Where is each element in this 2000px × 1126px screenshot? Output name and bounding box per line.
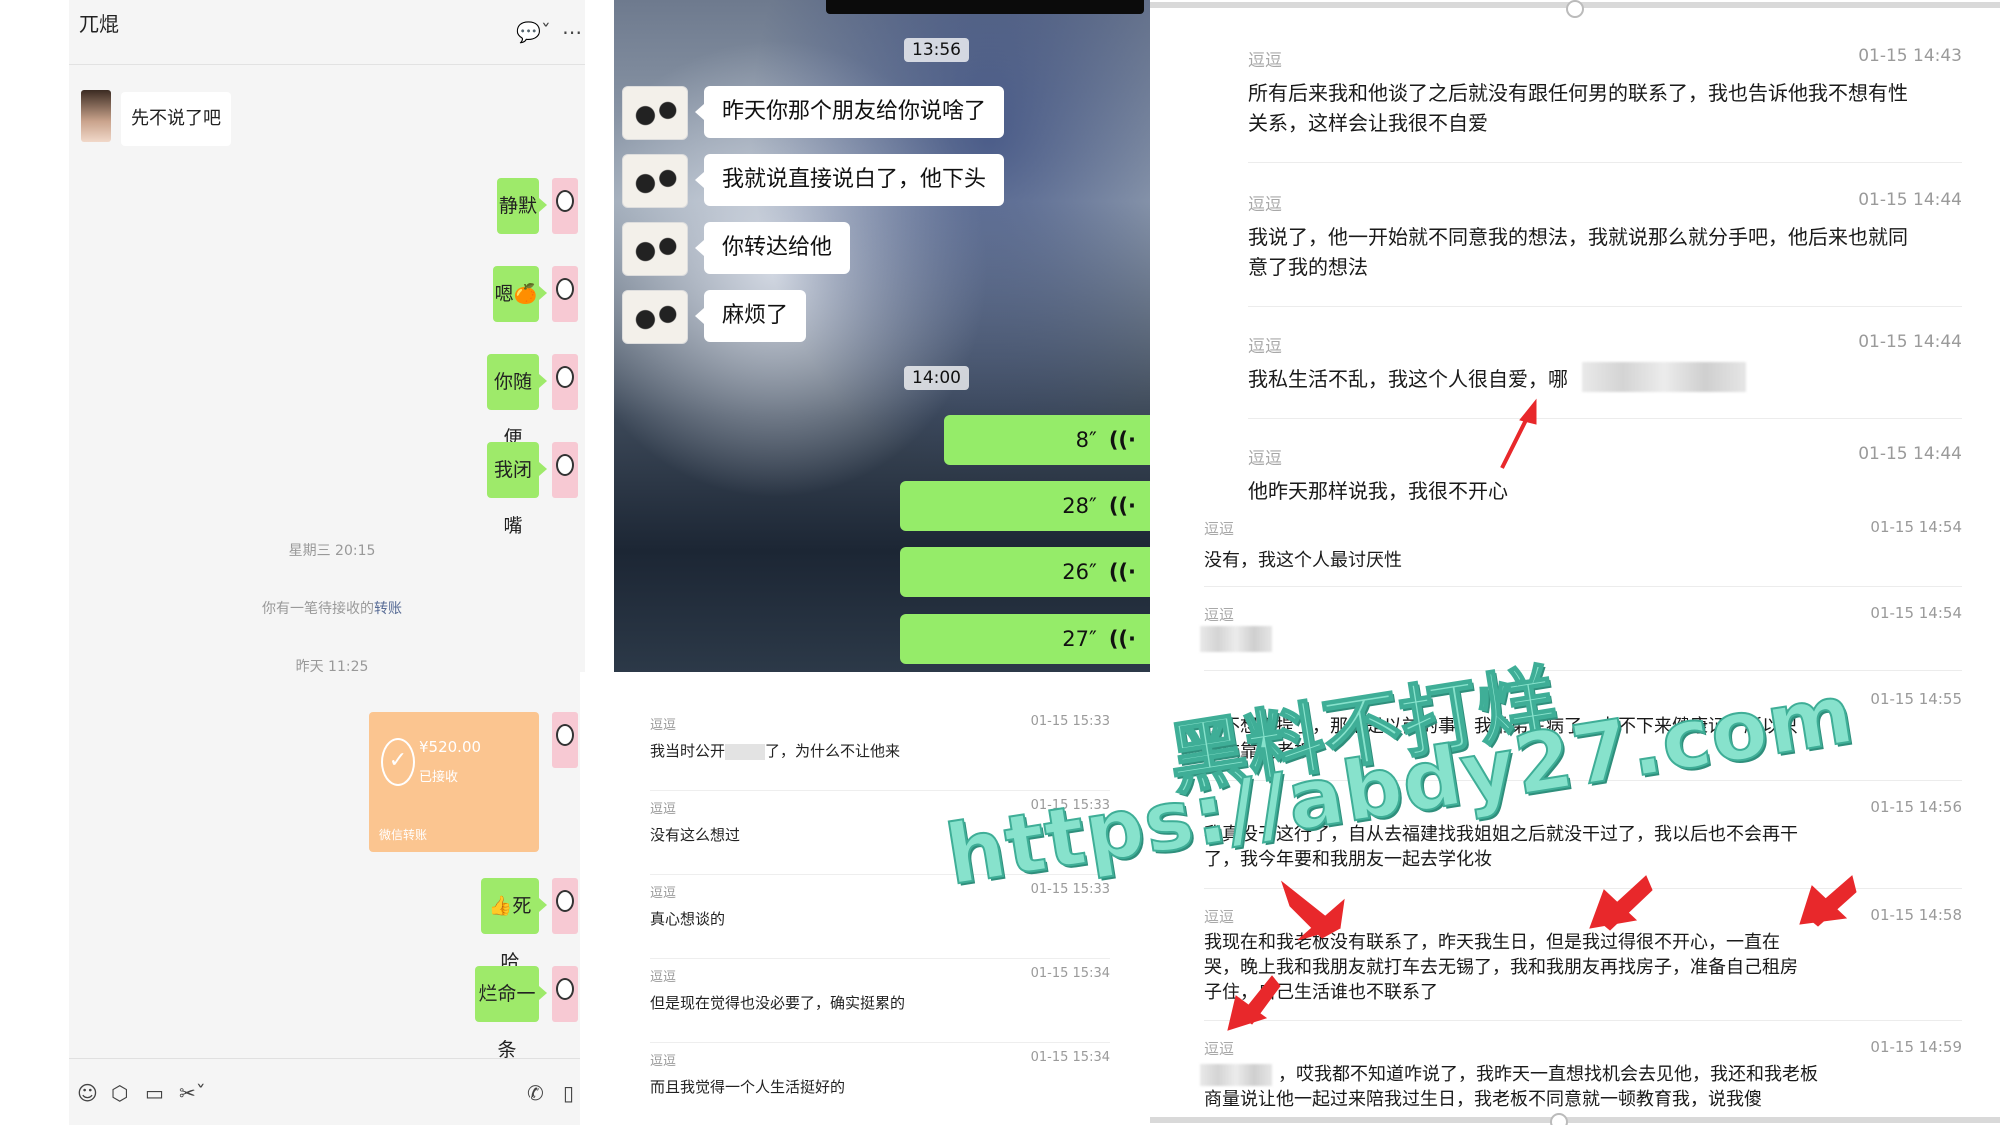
red-arrow bbox=[1280, 880, 1345, 941]
annotation-arrows bbox=[1227, 398, 1857, 1031]
red-arrow bbox=[1799, 875, 1857, 927]
red-arrow bbox=[1589, 875, 1653, 931]
red-arrow bbox=[1227, 975, 1281, 1031]
red-arrow bbox=[1500, 398, 1537, 469]
